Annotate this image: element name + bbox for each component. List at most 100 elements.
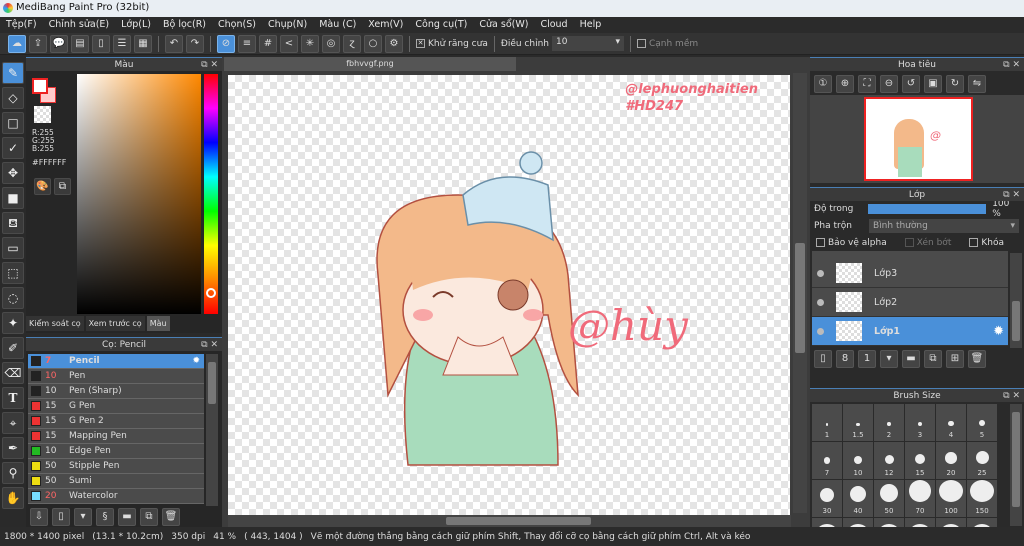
brush-size-cell[interactable]: 1.5 (843, 404, 873, 441)
duplicate-layer-icon[interactable]: ⧉ (924, 350, 942, 368)
brush-size-cell[interactable]: 15 (905, 442, 935, 479)
protect-alpha-checkbox[interactable]: Bảo vệ alpha (816, 238, 887, 248)
brush-item[interactable]: 10 Pen (Sharp) (28, 384, 204, 399)
menu-item[interactable]: Tệp(F) (0, 17, 43, 33)
hand-tool-icon[interactable]: ✋ (2, 487, 24, 509)
eyedropper-tool-icon[interactable]: ✒ (2, 437, 24, 459)
menu-item[interactable]: Chọn(S) (212, 17, 262, 33)
panel-float-close-icon[interactable]: ⧉ ✕ (1003, 58, 1020, 72)
brush-item[interactable]: 50 Stipple Pen (28, 459, 204, 474)
navigator-preview[interactable]: @ (810, 95, 1024, 183)
undo-icon[interactable]: ↶ (165, 34, 183, 53)
lasso-tool-icon[interactable]: ◌ (2, 287, 24, 309)
brush-size-cell[interactable]: 10 (843, 442, 873, 479)
lock-checkbox[interactable]: Khóa (969, 238, 1004, 248)
circle-snap-icon[interactable]: ○ (364, 34, 382, 53)
new-1bit-layer-icon[interactable]: 1 (858, 350, 876, 368)
brush-item[interactable]: 50 Sumi (28, 474, 204, 489)
smooth-edge-checkbox[interactable]: Cạnh mềm (636, 38, 698, 49)
brush-size-cell[interactable]: 70 (905, 480, 935, 517)
delete-icon[interactable]: 🗑 (162, 508, 180, 526)
bucket-tool-icon[interactable]: ⛾ (2, 212, 24, 234)
new-8bit-layer-icon[interactable]: 8 (836, 350, 854, 368)
opacity-slider[interactable] (867, 204, 987, 214)
correction-select[interactable]: 10 ▾ (551, 36, 624, 51)
menu-item[interactable]: Chỉnh sửa(E) (43, 17, 116, 33)
brush-item[interactable]: 15 G Pen 2 (28, 414, 204, 429)
operation-tool-icon[interactable]: ⌖ (2, 412, 24, 434)
brush-item[interactable]: 15 Mapping Pen (28, 429, 204, 444)
fit-window-icon[interactable]: ▣ (924, 75, 942, 93)
add-layer-menu-icon[interactable]: ▾ (880, 350, 898, 368)
menu-item[interactable]: Công cụ(T) (409, 17, 473, 33)
brush-item[interactable]: 10 Pen (28, 369, 204, 384)
menu-item[interactable]: Lớp(L) (115, 17, 157, 33)
brush-list-scrollbar[interactable] (206, 354, 218, 506)
delete-layer-icon[interactable]: 🗑 (968, 350, 986, 368)
layer-item[interactable]: Lớp3 (812, 259, 1008, 288)
brush-size-cell[interactable]: 4 (936, 404, 966, 441)
snap-off-icon[interactable]: ⊘ (217, 34, 235, 53)
concentric-snap-icon[interactable]: ◎ (322, 34, 340, 53)
menu-item[interactable]: Help (574, 17, 608, 33)
visibility-icon[interactable] (817, 327, 824, 335)
curve-snap-icon[interactable]: ɀ (343, 34, 361, 53)
folder-icon[interactable]: ▬ (902, 350, 920, 368)
brush-size-cell[interactable]: 150 (967, 480, 997, 517)
layer-list-scrollbar[interactable] (1010, 253, 1022, 348)
brush-size-scrollbar[interactable] (1010, 404, 1022, 526)
brush-size-cell[interactable]: 12 (874, 442, 904, 479)
clipping-checkbox[interactable]: Xén bớt (904, 238, 951, 248)
brush-size-cell[interactable]: 3 (905, 404, 935, 441)
menu-item[interactable]: Chụp(N) (262, 17, 313, 33)
zoom-in-icon[interactable]: ⊕ (836, 75, 854, 93)
eraser-tool-icon[interactable]: ◇ (2, 87, 24, 109)
brush-size-cell[interactable]: 100 (936, 480, 966, 517)
folder-icon[interactable]: ▬ (118, 508, 136, 526)
gear-icon[interactable]: ✹ (993, 324, 1004, 339)
brush-item[interactable]: 7 Pencil ✹ (28, 354, 204, 369)
gear-icon[interactable]: ✹ (192, 356, 200, 366)
brush-size-cell[interactable]: 40 (843, 480, 873, 517)
select-eraser-tool-icon[interactable]: ⌫ (2, 362, 24, 384)
brush-settings-icon[interactable]: § (96, 508, 114, 526)
zoom-out-icon[interactable]: ⊖ (880, 75, 898, 93)
vertical-scrollbar[interactable] (793, 73, 807, 513)
select-tool-icon[interactable]: ⬚ (2, 262, 24, 284)
rotate-left-icon[interactable]: ↺ (902, 75, 920, 93)
brush-size-cell[interactable]: 5 (967, 404, 997, 441)
menu-item[interactable]: Màu (C) (313, 17, 362, 33)
panel-float-close-icon[interactable]: ⧉ ✕ (1003, 188, 1020, 202)
add-brush-menu-icon[interactable]: ▾ (74, 508, 92, 526)
menu-item[interactable]: Bộ lọc(R) (157, 17, 212, 33)
new-brush-icon[interactable]: ▯ (52, 508, 70, 526)
brush-size-cell[interactable]: 7 (812, 442, 842, 479)
fit-icon[interactable]: ⛶ (858, 75, 876, 93)
material-icon[interactable]: ▦ (134, 34, 152, 53)
blend-mode-select[interactable]: Bình thường ▾ (869, 219, 1019, 233)
page-icon[interactable]: ▯ (92, 34, 110, 53)
panel-float-close-icon[interactable]: ⧉ ✕ (1003, 389, 1020, 403)
rotate-right-icon[interactable]: ↻ (946, 75, 964, 93)
brush-size-cell[interactable]: 1 (812, 404, 842, 441)
brush-size-cell[interactable]: 25 (967, 442, 997, 479)
parallel-snap-icon[interactable]: ≡ (238, 34, 256, 53)
radial-snap-icon[interactable]: ✳ (301, 34, 319, 53)
duplicate-icon[interactable]: ⧉ (140, 508, 158, 526)
antialias-checkbox[interactable]: ✕ Khử răng cưa (416, 38, 488, 49)
menu-item[interactable]: Xem(V) (362, 17, 409, 33)
transparent-color-swatch[interactable] (34, 106, 51, 123)
menu-item[interactable]: Cửa sổ(W) (473, 17, 534, 33)
panel-float-close-icon[interactable]: ⧉ ✕ (201, 338, 218, 352)
foreground-color-swatch[interactable] (32, 78, 48, 94)
layer-item[interactable]: Lớp1 ✹ (812, 317, 1008, 346)
document-tab[interactable]: fbhvvgf.png (224, 57, 516, 71)
gradient-tool-icon[interactable]: ▭ (2, 237, 24, 259)
note-icon[interactable]: ▤ (71, 34, 89, 53)
magic-wand-tool-icon[interactable]: ✦ (2, 312, 24, 334)
brush-size-cell[interactable]: 30 (812, 480, 842, 517)
comment-icon[interactable]: 💬 (50, 34, 68, 53)
layer-item[interactable]: Lớp2 (812, 288, 1008, 317)
color-panel-tab[interactable]: Màu (146, 316, 170, 331)
navigator-viewport[interactable]: @ (864, 97, 973, 181)
